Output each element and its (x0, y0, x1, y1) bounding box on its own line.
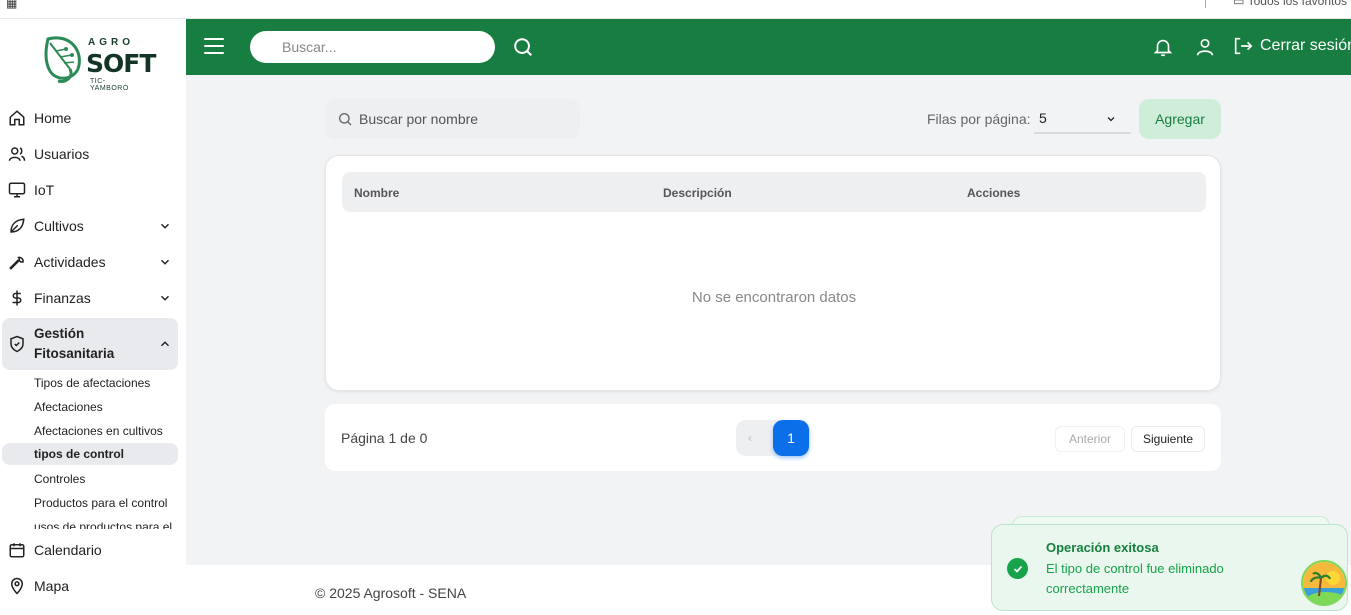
toast-message: El tipo de control fue eliminado correct… (1046, 561, 1224, 596)
sidebar-subitem-tipos-control[interactable]: tipos de control (2, 443, 178, 465)
page-info: Página 1 de 0 (341, 430, 428, 446)
logo-agro-text: AGRO (88, 37, 134, 48)
sidebar: AGRO SOFT TIC-YAMBORÓ Home Usuarios IoT … (0, 19, 186, 615)
copyright-text: © 2025 Agrosoft - SENA (315, 585, 467, 601)
bell-icon[interactable] (1152, 36, 1174, 58)
assistant-avatar[interactable] (1301, 560, 1347, 606)
sidebar-subitem-afectaciones[interactable]: Afectaciones (34, 396, 103, 418)
sidebar-item-cultivos[interactable]: Cultivos (8, 211, 178, 241)
search-icon[interactable] (512, 36, 534, 58)
logout-label: Cerrar sesión (1260, 37, 1351, 54)
leaf-icon (8, 217, 26, 235)
sidebar-subitem-afectaciones-cultivos[interactable]: Afectaciones en cultivos (34, 420, 163, 442)
sidebar-item-label: Finanzas (34, 290, 91, 306)
add-button[interactable]: Agregar (1139, 99, 1221, 139)
rows-per-page-value: 5 (1039, 110, 1047, 126)
column-header-nombre[interactable]: Nombre (354, 186, 399, 200)
search-placeholder: Buscar por nombre (359, 111, 479, 127)
bookmarks-separator (1205, 0, 1206, 8)
chevron-down-icon (1107, 117, 1115, 122)
page-button-current[interactable]: 1 (773, 420, 809, 456)
check-circle-icon (1007, 558, 1028, 579)
pagination-bar: Página 1 de 0 ‹ 1 Anterior Siguiente (325, 404, 1221, 471)
sidebar-subitem-usos-productos[interactable]: usos de productos para el (34, 516, 172, 529)
sidebar-item-label: IoT (34, 182, 55, 198)
next-button[interactable]: Siguiente (1131, 426, 1205, 452)
dollar-icon (8, 289, 26, 307)
apps-grid-icon[interactable]: ▦ (6, 0, 17, 10)
column-header-descripcion[interactable]: Descripción (663, 186, 732, 200)
leaf-circuit-icon (44, 36, 81, 83)
rows-per-page-label: Filas por página: (927, 111, 1031, 127)
data-table: Nombre Descripción Acciones No se encont… (325, 155, 1221, 391)
sidebar-subitem-tipos-afectaciones[interactable]: Tipos de afectaciones (34, 372, 150, 394)
previous-button[interactable]: Anterior (1055, 426, 1125, 452)
sidebar-subitem-controles[interactable]: Controles (34, 468, 85, 490)
logo-tagline: TIC-YAMBORÓ (90, 78, 129, 92)
empty-state-message: No se encontraron datos (691, 289, 857, 306)
sidebar-item-mapa[interactable]: Mapa (8, 571, 178, 601)
user-icon[interactable] (1194, 36, 1216, 58)
sidebar-item-label: Calendario (34, 542, 102, 558)
top-header: Buscar... Cerrar sesión (186, 19, 1351, 75)
sidebar-item-gestion-fitosanitaria[interactable]: Gestión Fitosanitaria (2, 318, 178, 370)
sidebar-item-home[interactable]: Home (8, 103, 178, 133)
sidebar-item-finanzas[interactable]: Finanzas (8, 283, 178, 313)
agrosoft-logo[interactable]: AGRO SOFT TIC-YAMBORÓ (40, 31, 156, 92)
chevron-down-icon (161, 223, 169, 229)
logout-icon (1234, 37, 1253, 55)
chevron-left-icon[interactable]: ‹ (748, 431, 752, 445)
users-icon (8, 145, 26, 163)
chevron-down-icon (161, 259, 169, 265)
sidebar-item-label: Home (34, 110, 72, 126)
shield-icon (8, 335, 26, 353)
home-icon (8, 109, 26, 127)
folder-icon: ▭ (1233, 0, 1245, 8)
menu-icon[interactable] (204, 38, 224, 56)
rows-per-page-select[interactable]: 5 (1034, 102, 1131, 134)
sidebar-item-calendario[interactable]: Calendario (8, 535, 178, 565)
monitor-icon (8, 181, 26, 199)
sidebar-item-actividades[interactable]: Actividades (8, 247, 178, 277)
sidebar-item-label: Cultivos (34, 218, 84, 234)
logout-button[interactable]: Cerrar sesión (1232, 35, 1351, 57)
logo-soft-text: SOFT (86, 49, 156, 78)
search-icon (339, 113, 352, 126)
chevron-down-icon (161, 295, 169, 301)
map-pin-icon (8, 577, 26, 595)
sidebar-subitem-productos-control[interactable]: Productos para el control (34, 492, 167, 514)
browser-bookmarks-bar: ▦ ▭ Todos los favoritos (0, 0, 1351, 19)
sidebar-item-iot[interactable]: IoT (8, 175, 178, 205)
table-header: Nombre Descripción Acciones (342, 172, 1206, 212)
calendar-icon (8, 541, 26, 559)
wrench-icon (8, 253, 26, 271)
toast-title: Operación exitosa (1046, 540, 1159, 555)
all-favorites-link[interactable]: ▭ Todos los favoritos (1233, 0, 1347, 8)
header-search-input[interactable]: Buscar... (250, 31, 495, 63)
success-toast[interactable]: Operación exitosa El tipo de control fue… (991, 524, 1348, 611)
sidebar-item-label: Usuarios (34, 146, 90, 162)
sidebar-item-usuarios[interactable]: Usuarios (8, 139, 178, 169)
sidebar-item-label: Gestión Fitosanitaria (34, 326, 115, 361)
search-by-name-input[interactable]: Buscar por nombre (325, 99, 580, 139)
sidebar-item-label: Mapa (34, 578, 70, 594)
sidebar-item-label: Actividades (34, 254, 106, 270)
column-header-acciones: Acciones (967, 186, 1021, 200)
beach-avatar-icon (1303, 562, 1345, 604)
chevron-up-icon (161, 341, 169, 347)
pagination: ‹ 1 (736, 420, 810, 456)
